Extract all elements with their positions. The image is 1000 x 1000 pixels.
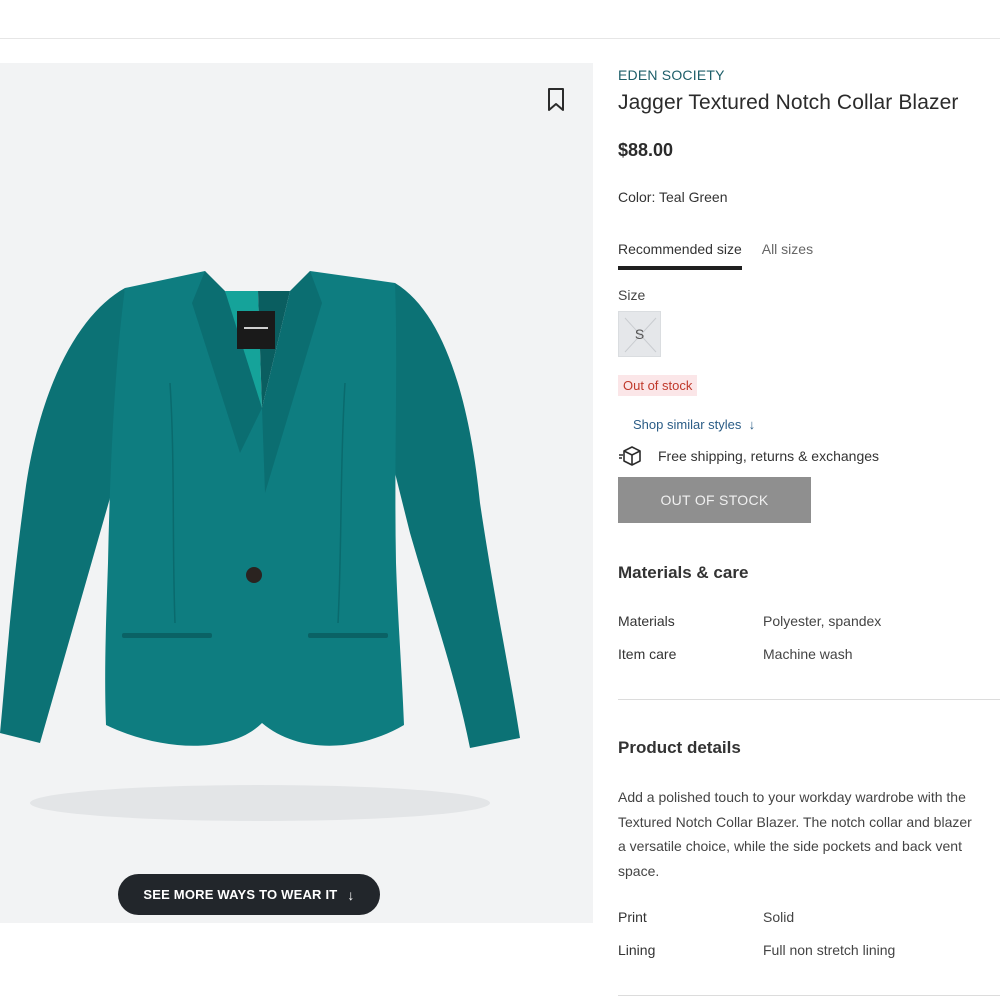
shop-similar-link[interactable]: Shop similar styles ↓	[633, 417, 755, 432]
description-line: a versatile choice, while the side pocke…	[618, 838, 962, 854]
see-more-ways-label: SEE MORE WAYS TO WEAR IT	[143, 887, 338, 902]
size-option-label: S	[634, 326, 645, 342]
tab-all-sizes[interactable]: All sizes	[762, 241, 813, 270]
item-care-label: Item care	[618, 646, 677, 662]
shop-similar-label: Shop similar styles	[633, 417, 742, 432]
arrow-down-icon: ↓	[347, 886, 355, 903]
product-image-panel	[0, 63, 593, 923]
color-value: Teal Green	[659, 189, 728, 205]
lining-value: Full non stretch lining	[763, 942, 896, 958]
item-care-value: Machine wash	[763, 646, 853, 662]
color-label: Color:	[618, 189, 656, 205]
product-brand[interactable]: EDEN SOCIETY	[618, 67, 725, 83]
divider	[618, 699, 1000, 700]
size-tabs: Recommended size All sizes	[618, 241, 813, 270]
arrow-down-icon: ↓	[745, 417, 756, 432]
out-of-stock-badge: Out of stock	[618, 375, 698, 396]
tab-recommended-size[interactable]: Recommended size	[618, 241, 742, 270]
product-details-title: Product details	[618, 738, 741, 757]
size-label: Size	[618, 287, 646, 303]
color-row: Color: Teal Green	[618, 189, 727, 205]
product-price: $88.00	[618, 140, 674, 160]
bookmark-icon[interactable]	[546, 87, 566, 113]
materials-label: Materials	[618, 613, 675, 629]
product-description: Add a polished touch to your workday war…	[618, 785, 1000, 883]
out-of-stock-button[interactable]: OUT OF STOCK	[618, 477, 811, 523]
description-line: Textured Notch Collar Blazer. The notch …	[618, 813, 972, 830]
size-option-s[interactable]: S	[618, 311, 661, 357]
print-value: Solid	[763, 909, 795, 925]
shipping-row: Free shipping, returns & exchanges	[618, 445, 879, 467]
see-more-ways-button[interactable]: SEE MORE WAYS TO WEAR IT ↓	[118, 874, 380, 915]
shipping-text: Free shipping, returns & exchanges	[658, 448, 880, 464]
product-title: Jagger Textured Notch Collar Blazer	[618, 91, 959, 114]
print-label: Print	[618, 909, 647, 925]
description-line: Add a polished touch to your workday war…	[618, 789, 966, 805]
product-image-blazer	[0, 271, 520, 821]
product-info-panel: EDEN SOCIETY Jagger Textured Notch Colla…	[618, 0, 1000, 1000]
materials-care-title: Materials & care	[618, 563, 749, 582]
description-line: space.	[618, 862, 660, 879]
divider	[618, 995, 1000, 996]
materials-value: Polyester, spandex	[763, 613, 882, 629]
lining-label: Lining	[618, 942, 656, 958]
box-return-icon	[619, 446, 641, 466]
